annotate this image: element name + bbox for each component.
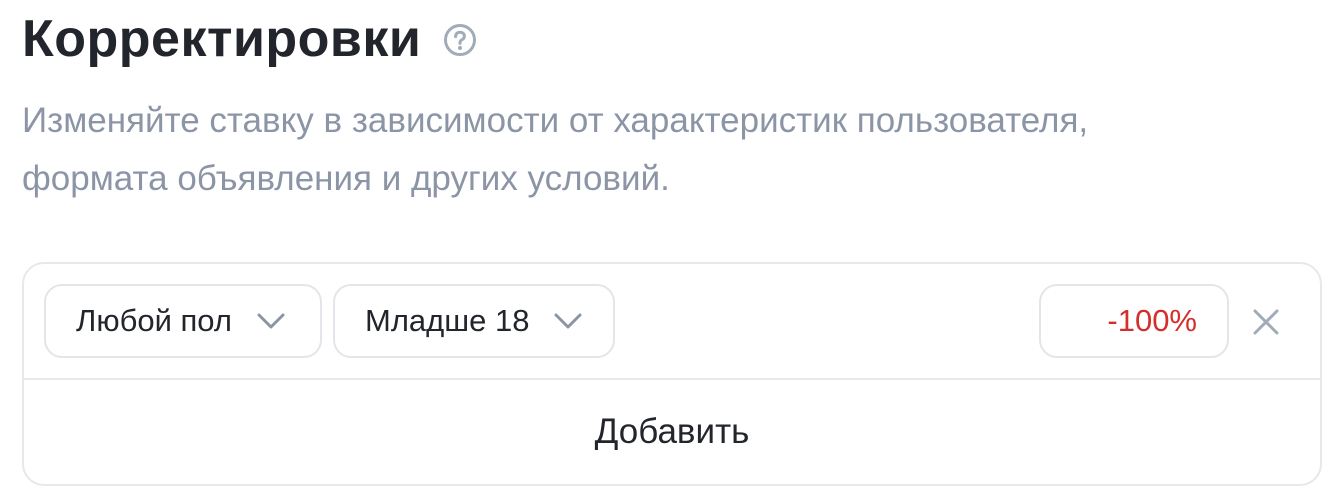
close-icon[interactable]	[1250, 306, 1282, 338]
gender-select-value: Любой пол	[76, 303, 232, 338]
bid-adjustment-value: -100%	[1107, 303, 1197, 338]
age-select[interactable]: Младше 18	[333, 284, 615, 358]
adjustment-row: Любой пол Младше 18 -100%	[24, 264, 1320, 380]
section-header: Корректировки	[22, 6, 477, 72]
adjustments-card: Любой пол Младше 18 -100% Добавить	[22, 262, 1322, 486]
section-description: Изменяйте ставку в зависимости от характ…	[22, 92, 1282, 208]
add-button-label: Добавить	[594, 412, 750, 451]
chevron-down-icon	[554, 313, 582, 329]
add-adjustment-button[interactable]: Добавить	[24, 380, 1320, 484]
chevron-down-icon	[257, 313, 285, 329]
bid-adjustment-input[interactable]: -100%	[1039, 284, 1229, 358]
age-select-value: Младше 18	[365, 303, 530, 338]
gender-select[interactable]: Любой пол	[44, 284, 322, 358]
description-line-1: Изменяйте ставку в зависимости от характ…	[22, 101, 1089, 140]
description-line-2: формата объявления и других условий.	[22, 159, 670, 198]
question-circle-icon[interactable]	[443, 23, 477, 57]
page-title: Корректировки	[22, 10, 422, 68]
